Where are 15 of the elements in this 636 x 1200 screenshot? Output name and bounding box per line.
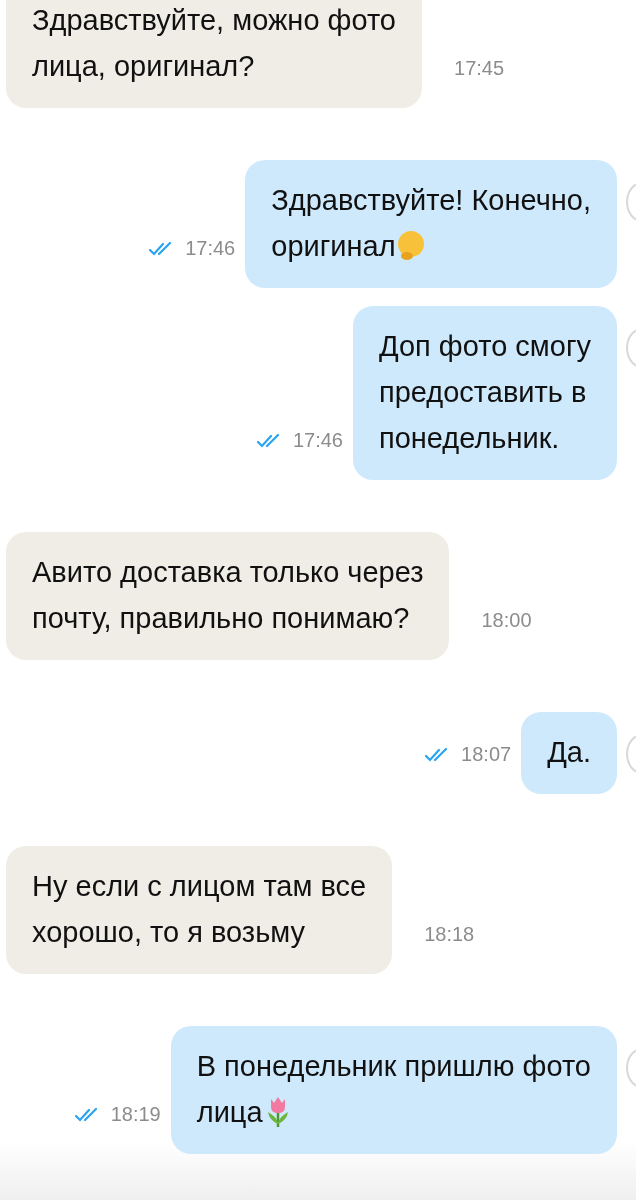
message-bubble: Авито доставка только через почту, правильно понимаю? — [6, 532, 450, 660]
message-time: 17:45 — [454, 57, 505, 80]
emoji-icon — [395, 228, 426, 262]
message-bubble: Ну если с лицом там все хорошо, то я возьму — [6, 846, 393, 974]
message-bubble: Здравствуйте, можно фото лица, оригинал? — [6, 0, 422, 108]
message-bubble: Да. — [521, 712, 617, 794]
message-time: 18:19 — [110, 1103, 161, 1126]
message-time: 17:46 — [292, 429, 343, 452]
message-bubble: Здравствуйте! Конечно, оригинал — [245, 160, 617, 288]
message-time: 17:46 — [185, 237, 236, 260]
message-time: 18:00 — [481, 609, 532, 632]
message-time: 18:18 — [424, 923, 475, 946]
message-time: 18:07 — [461, 743, 512, 766]
message-bubble: В понедельник пришлю фото лица — [170, 1026, 617, 1154]
message-bubble: Доп фото смогу предоставить в понедельник. — [353, 306, 617, 480]
